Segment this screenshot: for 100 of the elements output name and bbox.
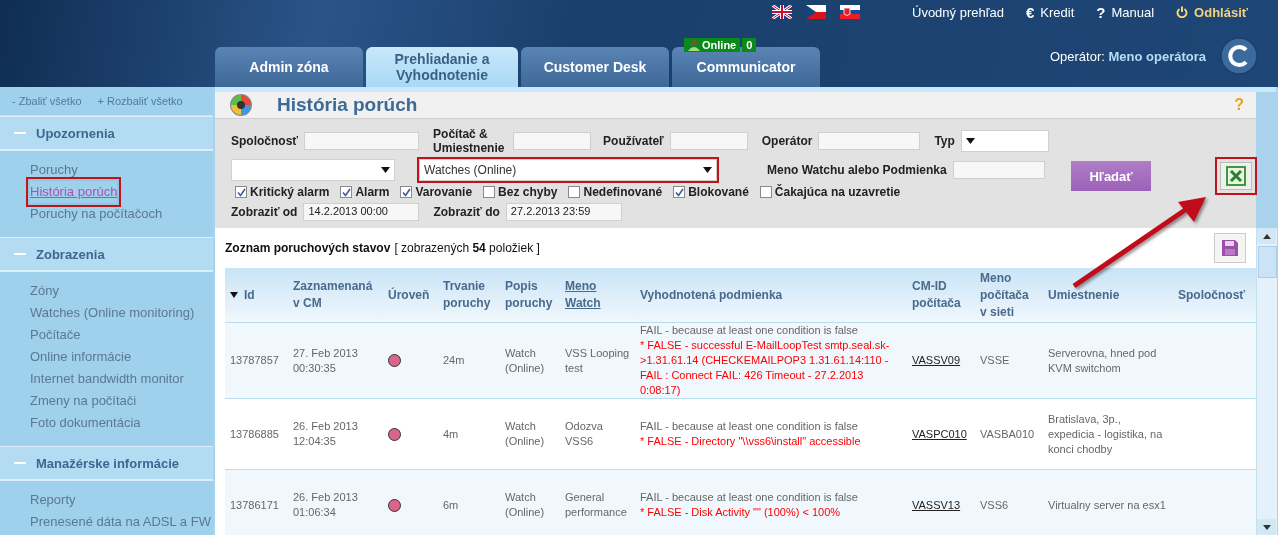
user-icon [688,39,700,51]
checkbox[interactable] [673,186,686,198]
caret-icon [703,167,712,173]
count-badge: 0 [742,38,757,52]
export-button[interactable] [1215,157,1257,195]
table-cell: 27. Feb 2013 00:30:35 [293,346,358,374]
link-icon: ? [1096,3,1106,21]
spreadsheet-icon [1226,166,1246,186]
table-cell: 13786171 [230,498,279,511]
caret-icon [965,138,975,144]
checkbox[interactable] [483,186,496,198]
operator-name: Meno operátora [1108,48,1206,64]
section-title: Upozornenia [36,125,115,141]
tab[interactable]: Prehliadanie a Vyhodnotenie [366,47,518,87]
sidebar-item[interactable]: Foto dokumentácia [30,412,141,434]
checkbox-label: Nedefinované [583,185,663,199]
table-cell: VSSE [980,354,1010,366]
column-header: Zaznamenaná v CM [293,278,374,312]
checkbox-label: Čakajúca na uzavretie [774,185,901,199]
checkbox[interactable] [400,186,413,198]
sidebar-item[interactable]: Zmeny na počítači [30,390,137,412]
power-icon [1176,6,1189,18]
section-header[interactable]: Zobrazenia [0,237,213,272]
input-field[interactable] [818,132,921,150]
nav-link[interactable]: Kredit [1040,4,1075,20]
sidebar-action[interactable]: - Zbaliť všetko [12,95,82,107]
scroll-down-button[interactable] [1257,519,1276,535]
flag-icon[interactable] [772,5,792,19]
check-icon [401,187,411,197]
scroll-up-button[interactable] [1257,228,1276,244]
input-field[interactable] [513,132,592,150]
condition-text: FAIL - because at least one condition is false [640,323,859,338]
column-header: Vyhodnotená podmienka [640,286,783,304]
computer-link[interactable]: VASSV09 [912,354,961,366]
logo-icon [1220,37,1258,75]
section-title: Zobrazenia [36,246,105,262]
scrollbar[interactable] [1256,228,1277,535]
table-cell: 24m [443,354,465,366]
sidebar-item[interactable]: Online informácie [30,346,132,368]
scroll-thumb[interactable] [1258,246,1277,278]
tab[interactable]: Customer Desk [521,47,669,87]
table-cell: General performance [565,491,627,518]
checkbox-label: Blokované [688,185,749,199]
checkbox-label: Kritický alarm [250,185,330,199]
table-cell: Virtualny server na esx1 [1048,498,1166,511]
save-button[interactable] [1214,233,1246,263]
nav-link[interactable]: Manual [1111,4,1155,20]
input-field[interactable] [304,132,420,150]
table-cell: 26. Feb 2013 12:04:35 [293,420,358,447]
field-label: Operátor [761,134,813,148]
input-field[interactable] [952,161,1045,179]
table-cell: Bratislava, 3p., expedicia - logistika, na konci chodby [1048,412,1163,455]
status-badge: Online [684,38,741,52]
section-title: Manažérske informácie [36,455,180,471]
dropdown[interactable]: Watches (Online) [419,159,717,181]
section-header[interactable]: Upozornenia [0,116,213,151]
column-header[interactable]: Id [244,286,255,304]
sidebar-item[interactable]: Poruchy [30,159,78,181]
caret-icon [381,167,390,173]
flag-icon[interactable] [840,5,860,19]
link-icon: € [1025,3,1035,21]
checkbox[interactable] [568,186,581,198]
sidebar-item[interactable]: Počítače [30,324,81,346]
computer-link[interactable]: VASSV13 [912,498,961,511]
field-label: Meno Watchu alebo Podmienka [767,163,947,177]
sidebar-item[interactable]: Zóny [30,280,59,302]
tab[interactable]: Admin zóna [215,47,363,87]
operator-label: Operátor: [1049,48,1106,64]
checkbox[interactable] [759,186,772,198]
item-count: [ zobrazených 54 položiek ] [394,241,540,255]
date-field[interactable]: 27.2.2013 23:59 [505,203,622,221]
sidebar-item[interactable]: Watches (Online monitoring) [30,302,195,324]
table-cell: Serverovna, hned pod KVM switchom [1048,346,1157,374]
sidebar-action[interactable]: + Rozbaliť všetko [97,95,183,107]
flag-icon[interactable] [806,5,826,19]
table-cell: Odozva VSS6 [565,420,603,447]
checkbox[interactable] [235,186,247,198]
sidebar-item[interactable]: Internet bandwidth monitor [30,368,184,390]
page-title: História porúch [277,94,418,116]
checkbox[interactable] [340,186,353,198]
down-arrow-icon [1262,524,1271,530]
field-label: Počítač & Umiestnenie [433,127,506,155]
sidebar-item[interactable]: Poruchy na počítačoch [30,203,163,225]
section-header[interactable]: Manažérske informácie [0,446,213,481]
sidebar-item[interactable]: Prenesené dáta na ADSL a FW [30,511,211,533]
sidebar-item[interactable]: Reporty [30,489,76,511]
list-title: Zoznam poruchových stavov [225,241,391,255]
checkbox-label: Varovanie [415,185,473,199]
page-icon [229,93,253,117]
computer-link[interactable]: VASPC010 [912,427,967,440]
nav-link[interactable]: Odhlásiť [1194,4,1248,20]
table-cell: Watch (Online) [505,346,545,374]
nav-link[interactable]: Úvodný prehľad [912,4,1004,20]
search-button[interactable]: Hľadať [1071,161,1151,191]
condition-detail: * FALSE - Disk Activity "" (100%) < 100% [640,505,842,520]
date-field[interactable]: 14.2.2013 00:00 [303,203,420,221]
column-header: Meno počítača v sieti [980,269,1030,321]
table-cell: Watch (Online) [505,420,545,447]
table-cell: 13787857 [230,354,279,366]
input-field[interactable] [669,132,748,150]
